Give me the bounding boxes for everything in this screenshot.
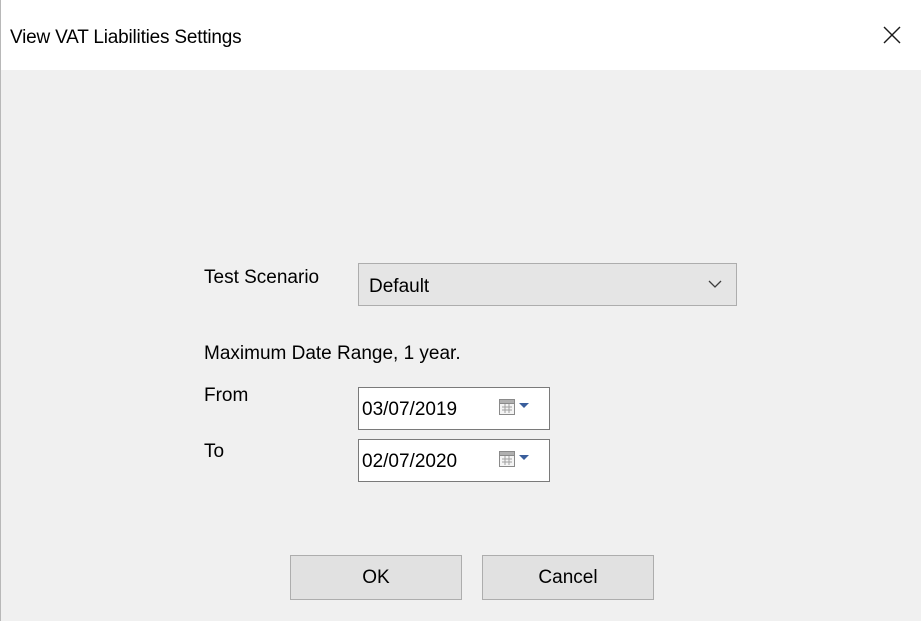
window-title: View VAT Liabilities Settings — [10, 27, 242, 48]
calendar-icon — [499, 451, 529, 467]
from-date-value: 03/07/2019 — [362, 399, 458, 420]
close-button[interactable] — [869, 14, 915, 56]
from-date-picker[interactable]: 03/07/2019 — [358, 387, 550, 430]
calendar-icon — [499, 399, 529, 415]
close-icon — [883, 26, 901, 44]
from-label: From — [204, 385, 249, 406]
test-scenario-value: Default — [369, 276, 430, 297]
to-label: To — [204, 441, 225, 462]
ok-button[interactable]: OK — [290, 555, 462, 600]
chevron-down-icon — [708, 280, 722, 288]
to-date-picker[interactable]: 02/07/2020 — [358, 439, 550, 482]
date-range-note: Maximum Date Range, 1 year. — [204, 343, 461, 364]
to-date-value: 02/07/2020 — [362, 451, 458, 472]
test-scenario-dropdown[interactable]: Default — [358, 263, 737, 306]
cancel-button[interactable]: Cancel — [482, 555, 654, 600]
vat-settings-dialog: View VAT Liabilities Settings Test Scena… — [0, 0, 921, 621]
title-bar: View VAT Liabilities Settings — [1, 0, 921, 70]
to-calendar-button[interactable] — [496, 448, 540, 472]
test-scenario-label: Test Scenario — [204, 267, 320, 288]
from-calendar-button[interactable] — [496, 396, 540, 420]
